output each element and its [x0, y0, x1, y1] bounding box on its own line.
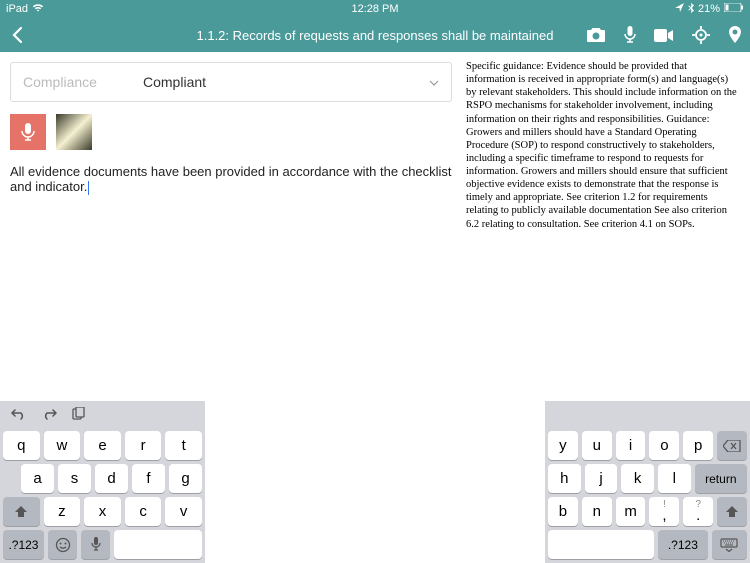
- key-z[interactable]: z: [44, 497, 81, 526]
- wifi-icon: [32, 3, 44, 15]
- backspace-key[interactable]: [717, 431, 747, 460]
- paste-button[interactable]: [71, 407, 85, 426]
- compliance-dropdown[interactable]: Compliance Compliant: [10, 62, 452, 102]
- device-label: iPad: [6, 3, 28, 15]
- target-icon[interactable]: [692, 26, 710, 44]
- status-bar: iPad 12:28 PM 21%: [0, 0, 750, 18]
- key-d[interactable]: d: [95, 464, 128, 493]
- key-r[interactable]: r: [125, 431, 162, 460]
- app-header: 1.1.2: Records of requests and responses…: [0, 18, 750, 52]
- video-icon[interactable]: [654, 29, 674, 42]
- keyboard-right: y u i o p h j k l return b n m !, ?. .?1…: [545, 401, 750, 563]
- key-g[interactable]: g: [169, 464, 202, 493]
- key-y[interactable]: y: [548, 431, 578, 460]
- emoji-key[interactable]: [48, 530, 77, 559]
- key-punct2[interactable]: ?.: [683, 497, 713, 526]
- clock: 12:28 PM: [351, 3, 398, 15]
- key-k[interactable]: k: [621, 464, 654, 493]
- key-n[interactable]: n: [582, 497, 612, 526]
- text-cursor: [88, 181, 89, 195]
- content-area: Compliance Compliant All evidence docume…: [0, 52, 750, 401]
- shift-key-right[interactable]: [717, 497, 747, 526]
- key-a[interactable]: a: [21, 464, 54, 493]
- key-v[interactable]: v: [165, 497, 202, 526]
- note-text-content: All evidence documents have been provide…: [10, 164, 452, 194]
- redo-button[interactable]: [41, 407, 57, 425]
- key-x[interactable]: x: [84, 497, 121, 526]
- bluetooth-icon: [688, 3, 694, 16]
- key-q[interactable]: q: [3, 431, 40, 460]
- photo-attachment[interactable]: [56, 114, 92, 150]
- split-keyboard: q w e r t a s d f g z x c v .?123: [0, 401, 750, 563]
- key-e[interactable]: e: [84, 431, 121, 460]
- key-m[interactable]: m: [616, 497, 646, 526]
- chevron-down-icon: [429, 75, 439, 89]
- space-key-left[interactable]: [114, 530, 202, 559]
- dictate-key[interactable]: [81, 530, 110, 559]
- record-audio-button[interactable]: [10, 114, 46, 150]
- battery-icon: [724, 3, 744, 15]
- hide-keyboard-key[interactable]: [712, 530, 747, 559]
- guidance-panel: Specific guidance: Evidence should be pr…: [462, 52, 750, 401]
- left-panel: Compliance Compliant All evidence docume…: [0, 52, 462, 401]
- keyboard-left: q w e r t a s d f g z x c v .?123: [0, 401, 205, 563]
- back-button[interactable]: [8, 25, 28, 45]
- return-key[interactable]: return: [695, 464, 747, 493]
- page-title: 1.1.2: Records of requests and responses…: [197, 28, 554, 43]
- key-o[interactable]: o: [649, 431, 679, 460]
- key-l[interactable]: l: [658, 464, 691, 493]
- key-h[interactable]: h: [548, 464, 581, 493]
- note-text-input[interactable]: All evidence documents have been provide…: [10, 164, 452, 195]
- key-c[interactable]: c: [125, 497, 162, 526]
- key-w[interactable]: w: [44, 431, 81, 460]
- key-t[interactable]: t: [165, 431, 202, 460]
- key-p[interactable]: p: [683, 431, 713, 460]
- space-key-right[interactable]: [548, 530, 654, 559]
- shift-key[interactable]: [3, 497, 40, 526]
- location-arrow-icon: [675, 3, 684, 15]
- key-punct1[interactable]: !,: [649, 497, 679, 526]
- numbers-key[interactable]: .?123: [3, 530, 44, 559]
- key-f[interactable]: f: [132, 464, 165, 493]
- compliance-value: Compliant: [143, 74, 429, 90]
- battery-pct: 21%: [698, 3, 720, 15]
- pin-icon[interactable]: [728, 26, 742, 44]
- key-s[interactable]: s: [58, 464, 91, 493]
- key-i[interactable]: i: [616, 431, 646, 460]
- microphone-icon[interactable]: [624, 26, 636, 44]
- camera-icon[interactable]: [586, 27, 606, 43]
- compliance-label: Compliance: [23, 74, 143, 90]
- undo-button[interactable]: [11, 407, 27, 425]
- key-b[interactable]: b: [548, 497, 578, 526]
- numbers-key-right[interactable]: .?123: [658, 530, 708, 559]
- attachment-row: [10, 114, 452, 150]
- key-j[interactable]: j: [585, 464, 618, 493]
- key-u[interactable]: u: [582, 431, 612, 460]
